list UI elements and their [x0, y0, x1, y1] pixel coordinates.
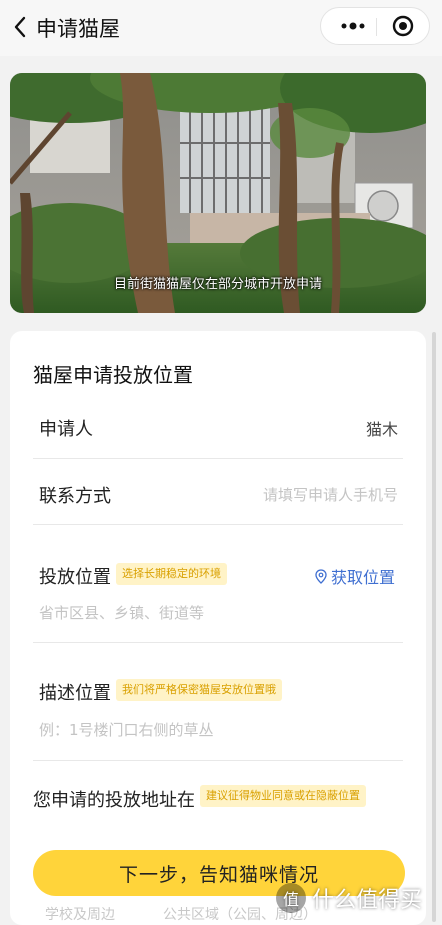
watermark-logo-icon: 值	[276, 883, 306, 913]
describe-input[interactable]: 例：1号楼门口右侧的草丛	[39, 719, 214, 740]
get-location-label: 获取位置	[331, 568, 396, 587]
location-label: 投放位置	[39, 567, 111, 588]
chevron-left-icon	[14, 16, 26, 38]
divider	[33, 458, 403, 459]
close-button[interactable]	[381, 8, 425, 44]
divider	[33, 524, 403, 525]
form-title: 猫屋申请投放位置	[33, 363, 193, 387]
location-tip-badge: 选择长期稳定的环境	[116, 563, 227, 585]
describe-tip-badge: 我们将严格保密猫屋安放位置哦	[116, 679, 282, 701]
address-label: 您申请的投放地址在	[33, 790, 195, 811]
back-button[interactable]	[8, 12, 32, 42]
banner-caption: 目前街猫猫屋仅在部分城市开放申请	[113, 277, 322, 292]
application-form-card: 猫屋申请投放位置 申请人 猫木 联系方式 请填写申请人手机号 投放位置 选择长期…	[10, 331, 426, 925]
divider	[33, 760, 403, 761]
location-input[interactable]: 省市区县、乡镇、街道等	[39, 602, 204, 623]
watermark-text: 什么值得买	[312, 888, 423, 913]
applicant-label: 申请人	[39, 419, 93, 440]
divider	[33, 642, 403, 643]
contact-input[interactable]: 请填写申请人手机号	[250, 484, 398, 505]
mini-program-capsule	[320, 7, 430, 45]
watermark: 值 什么值得买	[276, 882, 422, 914]
capsule-divider	[376, 18, 377, 36]
location-pin-icon	[315, 568, 327, 584]
address-tip-badge: 建议征得物业同意或在隐蔽位置	[200, 785, 366, 807]
nav-bar: 申请猫屋	[0, 0, 442, 56]
contact-label: 联系方式	[39, 486, 111, 507]
option-school[interactable]: 学校及周边	[45, 904, 115, 924]
more-dots-icon	[341, 22, 365, 30]
applicant-value[interactable]: 猫木	[260, 416, 398, 440]
target-circle-icon	[392, 15, 414, 37]
page-title: 申请猫屋	[36, 17, 120, 41]
scrollbar[interactable]	[432, 332, 436, 922]
banner-photo: 目前街猫猫屋仅在部分城市开放申请	[10, 73, 426, 313]
more-button[interactable]	[331, 8, 375, 44]
describe-label: 描述位置	[39, 683, 111, 704]
get-location-button[interactable]: 获取位置	[315, 564, 395, 588]
